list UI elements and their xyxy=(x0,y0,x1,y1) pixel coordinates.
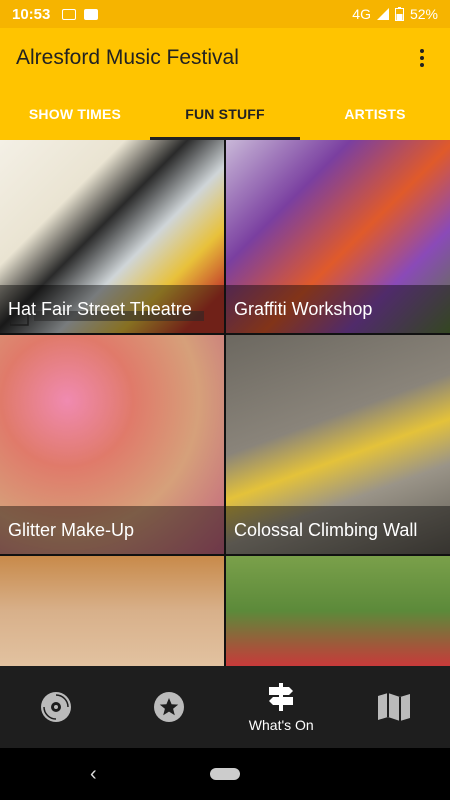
status-time: 10:53 xyxy=(12,5,51,23)
activity-grid: Hat Fair Street Theatre Graffiti Worksho… xyxy=(0,140,450,666)
bottom-nav: What's On xyxy=(0,666,450,748)
notification-icons xyxy=(62,8,99,20)
tab-fun-stuff[interactable]: FUN STUFF xyxy=(150,88,300,140)
star-icon xyxy=(153,692,184,722)
nav-label-whats-on: What's On xyxy=(248,717,314,733)
app-bar: Alresford Music Festival xyxy=(0,28,450,88)
nav-whats-on[interactable]: What's On xyxy=(225,666,338,748)
tile-face-painting[interactable] xyxy=(0,556,224,666)
more-vert-icon[interactable] xyxy=(410,46,434,70)
tile-caption: Graffiti Workshop xyxy=(226,285,450,333)
back-icon[interactable]: ‹ xyxy=(90,763,97,786)
tile-graffiti[interactable]: Graffiti Workshop xyxy=(226,140,450,333)
tile-caption: Colossal Climbing Wall xyxy=(226,506,450,554)
nav-records[interactable] xyxy=(0,666,113,748)
network-label: 4G xyxy=(352,6,371,22)
battery-icon xyxy=(394,7,404,21)
tile-swing[interactable] xyxy=(226,556,450,666)
signal-icon xyxy=(376,8,389,20)
status-right: 4G 52% xyxy=(352,6,438,22)
tile-caption: Hat Fair Street Theatre xyxy=(0,285,224,333)
tile-hat-fair[interactable]: Hat Fair Street Theatre xyxy=(0,140,224,333)
app-title: Alresford Music Festival xyxy=(16,46,239,69)
app-notification-icon xyxy=(84,8,99,20)
map-icon xyxy=(377,693,410,721)
tile-caption: Glitter Make-Up xyxy=(0,506,224,554)
tab-artists[interactable]: ARTISTS xyxy=(300,88,450,140)
battery-percent: 52% xyxy=(409,6,438,22)
status-bar: 10:53 4G 52% xyxy=(0,0,450,28)
signpost-icon xyxy=(269,683,294,711)
home-pill[interactable] xyxy=(210,768,240,780)
nav-favourites[interactable] xyxy=(113,666,226,748)
tile-climbing-wall[interactable]: Colossal Climbing Wall xyxy=(226,335,450,554)
vinyl-record-icon xyxy=(41,692,72,722)
tile-glitter[interactable]: Glitter Make-Up xyxy=(0,335,224,554)
tab-show-times[interactable]: SHOW TIMES xyxy=(0,88,150,140)
system-nav-bar: ‹ xyxy=(0,748,450,800)
nav-map[interactable] xyxy=(338,666,450,748)
tab-bar: SHOW TIMES FUN STUFF ARTISTS xyxy=(0,88,450,140)
image-notification-icon xyxy=(62,8,77,20)
